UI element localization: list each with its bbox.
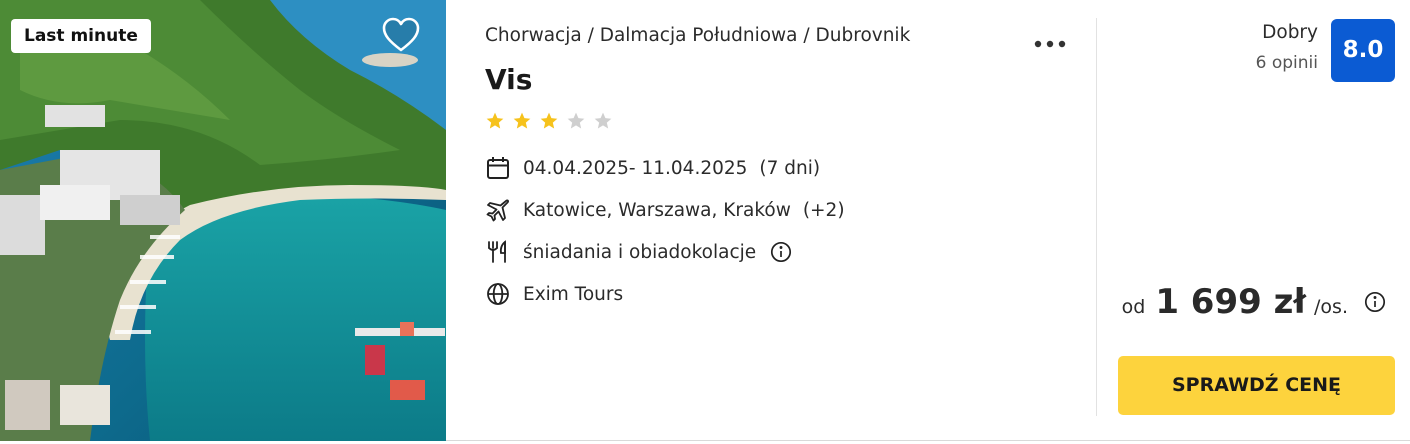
departures-value: Katowice, Warszawa, Kraków — [523, 199, 791, 221]
star-empty-icon — [567, 112, 585, 129]
plane-icon — [485, 197, 511, 223]
info-icon[interactable] — [1364, 291, 1386, 313]
price-prefix: od — [1121, 296, 1146, 318]
cutlery-icon — [485, 239, 511, 265]
rating-score-badge: 8.0 — [1331, 19, 1395, 82]
breadcrumb-separator: / — [803, 25, 810, 46]
offer-details: Chorwacja / Dalmacja Południowa / Dubrov… — [485, 0, 1075, 441]
operator-value: Exim Tours — [523, 283, 624, 305]
calendar-icon — [485, 155, 511, 181]
globe-icon — [485, 281, 511, 307]
departures-more[interactable]: (+2) — [803, 200, 845, 221]
breadcrumb-separator: / — [587, 25, 594, 46]
column-divider — [1096, 18, 1097, 416]
breadcrumb-city[interactable]: Dubrovnik — [816, 25, 911, 46]
board-value: śniadania i obiadokolacje — [523, 241, 757, 263]
star-empty-icon — [595, 112, 612, 129]
breadcrumb-country[interactable]: Chorwacja — [485, 25, 582, 46]
dates-row: 04.04.2025- 11.04.2025 (7 dni) — [485, 155, 820, 181]
hotel-title[interactable]: Vis — [485, 63, 532, 96]
operator-row: Exim Tours — [485, 281, 623, 307]
rating-label: Dobry — [1262, 22, 1318, 43]
star-filled-icon — [486, 112, 504, 129]
hotel-photo-image — [0, 0, 446, 441]
breadcrumb: Chorwacja / Dalmacja Południowa / Dubrov… — [485, 25, 910, 46]
board-row: śniadania i obiadokolacje — [485, 239, 792, 265]
dates-value: 04.04.2025- 11.04.2025 — [523, 157, 748, 179]
breadcrumb-region[interactable]: Dalmacja Południowa — [600, 25, 798, 46]
duration-value: (7 dni) — [759, 157, 821, 179]
more-dots-icon[interactable] — [1033, 34, 1067, 48]
price-value: 1 699 zł — [1155, 282, 1307, 322]
star-rating — [485, 111, 615, 131]
departures-row: Katowice, Warszawa, Kraków (+2) — [485, 197, 845, 223]
last-minute-badge: Last minute — [11, 19, 151, 53]
reviews-count[interactable]: 6 opinii — [1256, 53, 1318, 73]
heart-icon[interactable] — [381, 16, 421, 54]
offer-card[interactable]: Last minute Chorwacja / Dalmacja Południ… — [0, 0, 1410, 441]
star-filled-icon — [540, 112, 558, 129]
info-icon[interactable] — [770, 241, 792, 263]
price-suffix: /os. — [1314, 296, 1348, 318]
star-filled-icon — [513, 112, 531, 129]
price: od 1 699 zł /os. — [1122, 282, 1386, 322]
hotel-photo[interactable]: Last minute — [0, 0, 446, 441]
check-price-button[interactable]: SPRAWDŹ CENĘ — [1118, 356, 1395, 415]
